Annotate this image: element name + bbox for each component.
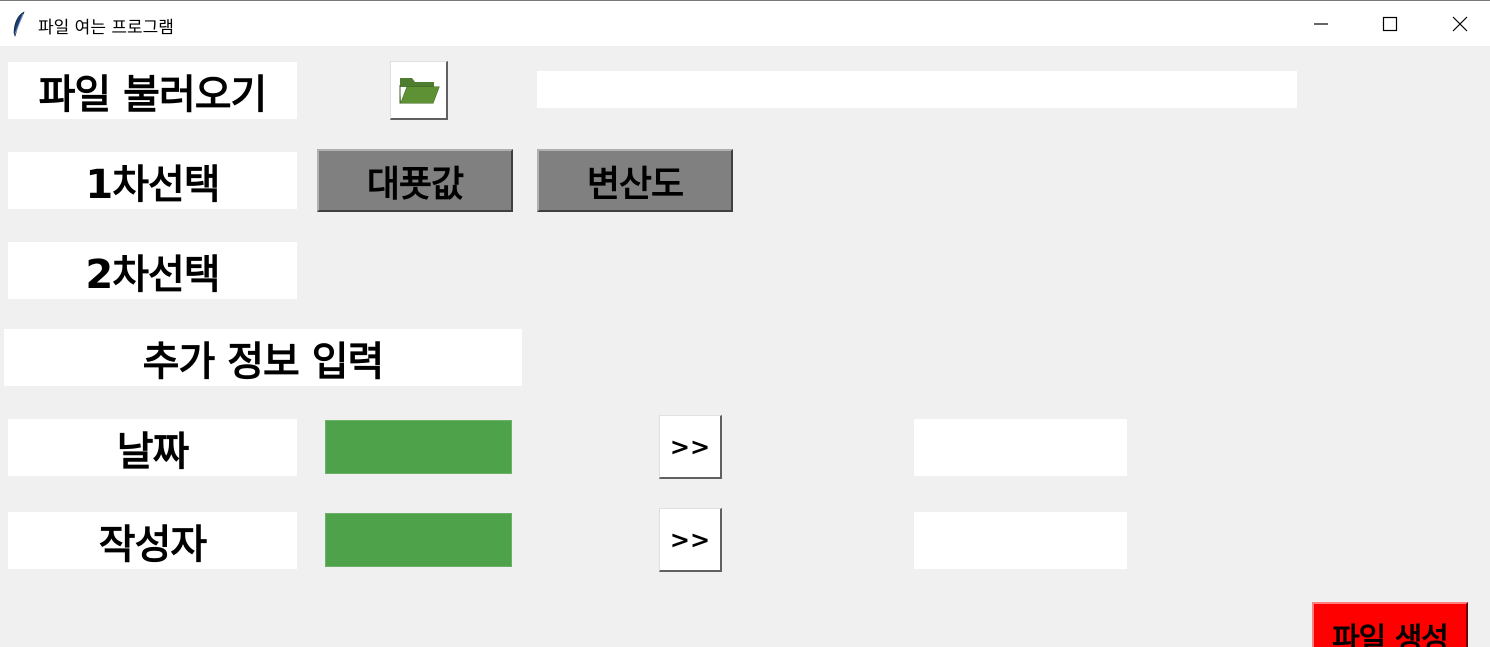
first-choice-label: 1차선택	[8, 152, 297, 209]
open-folder-icon	[399, 78, 440, 104]
date-apply-button[interactable]: >>	[659, 415, 722, 479]
author-input[interactable]	[325, 513, 512, 567]
dispersion-button[interactable]: 변산도	[537, 149, 733, 212]
maximize-icon	[1382, 16, 1398, 31]
author-apply-button[interactable]: >>	[659, 508, 722, 572]
title-bar[interactable]: 파일 여는 프로그램	[0, 0, 1490, 46]
maximize-button[interactable]	[1355, 1, 1425, 46]
minimize-icon	[1314, 22, 1328, 25]
minimize-button[interactable]	[1286, 1, 1356, 46]
app-window: 파일 여는 프로그램 파일 불러오기 1차선택 대푯값 변산도 2차선택 추가 …	[0, 0, 1490, 647]
window-title: 파일 여는 프로그램	[38, 18, 174, 38]
author-label: 작성자	[8, 512, 297, 569]
close-button[interactable]	[1425, 1, 1490, 46]
date-label: 날짜	[8, 419, 297, 476]
feather-icon	[12, 11, 26, 37]
second-choice-label: 2차선택	[8, 242, 297, 299]
generate-file-button[interactable]: 파일 생성	[1312, 602, 1468, 647]
file-path-field[interactable]	[537, 71, 1297, 108]
representative-value-button[interactable]: 대푯값	[317, 149, 513, 212]
author-output-field[interactable]	[914, 512, 1127, 569]
close-icon	[1452, 16, 1468, 31]
file-load-label: 파일 불러오기	[8, 62, 297, 119]
date-output-field[interactable]	[914, 419, 1127, 476]
open-folder-button[interactable]	[390, 61, 448, 120]
date-input[interactable]	[325, 420, 512, 474]
extra-info-label: 추가 정보 입력	[4, 329, 522, 386]
